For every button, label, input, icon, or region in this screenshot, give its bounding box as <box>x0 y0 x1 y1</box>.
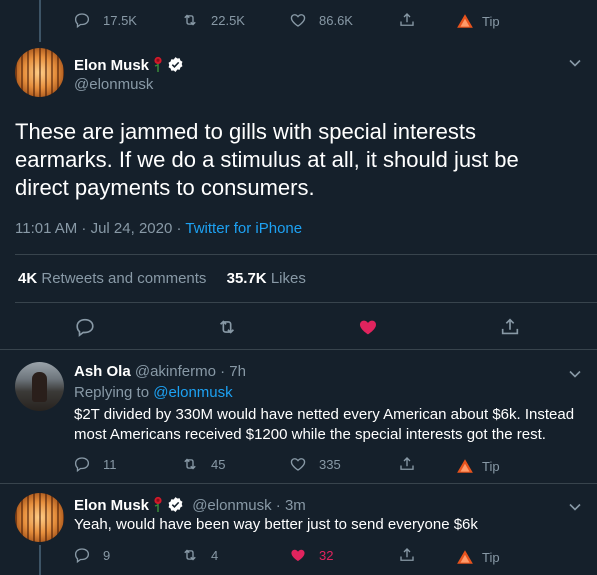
reply-text: Yeah, would have been way better just to… <box>74 516 478 533</box>
chevron-down-icon[interactable] <box>568 500 582 514</box>
retweet-count: 22.5K <box>211 12 245 28</box>
reply-action[interactable]: 9 <box>73 546 110 564</box>
chevron-down-icon[interactable] <box>568 367 582 381</box>
likes-label: Likes <box>270 270 306 287</box>
avatar[interactable] <box>15 493 64 542</box>
replying-prefix: Replying to <box>74 384 150 401</box>
author-line: Elon Musk <box>74 56 184 75</box>
meta-separator: · <box>172 220 186 237</box>
tip-action[interactable]: Tip <box>456 457 500 475</box>
thread-line-bottom <box>39 545 41 575</box>
reply-count: 11 <box>103 456 117 472</box>
likes-count: 35.7K <box>226 270 267 287</box>
reply-text-line-1: $2T divided by 330M would have netted ev… <box>74 406 575 423</box>
likes-stat[interactable]: 35.7K Likes <box>227 270 306 287</box>
divider <box>0 349 597 350</box>
tip-label: Tip <box>482 458 500 474</box>
tip-action[interactable]: Tip <box>456 12 500 30</box>
tweet-meta: 11:01 AM · Jul 24, 2020 · Twitter for iP… <box>15 220 302 237</box>
retweets-stat[interactable]: 4K Retweets and comments <box>18 270 206 287</box>
divider <box>0 483 597 484</box>
comment-icon <box>74 548 90 564</box>
comment-icon[interactable] <box>74 316 96 338</box>
rose-emoji-icon <box>154 56 162 72</box>
divider <box>15 254 597 255</box>
reply-author-line: Ash Ola @akinfermo · 7h <box>74 363 246 380</box>
share-icon <box>400 457 414 470</box>
rose-emoji-icon <box>154 496 162 512</box>
reply-count: 9 <box>103 547 111 563</box>
verified-badge-icon <box>168 57 183 72</box>
tip-action[interactable]: Tip <box>456 548 500 566</box>
handle[interactable]: @elonmusk <box>192 497 271 514</box>
handle[interactable]: @akinfermo <box>135 363 216 380</box>
retweet-icon[interactable] <box>216 316 238 338</box>
tip-icon <box>457 14 473 28</box>
share-icon <box>400 13 414 26</box>
tip-icon <box>457 550 473 564</box>
liked-heart-icon[interactable] <box>357 316 379 338</box>
divider <box>15 302 597 303</box>
reply-time[interactable]: · 3m <box>276 497 306 514</box>
share-icon[interactable] <box>499 316 521 338</box>
share-action[interactable] <box>398 11 416 29</box>
retweet-action[interactable]: 45 <box>181 455 225 473</box>
like-action[interactable]: 32 <box>289 546 333 564</box>
liked-heart-icon <box>291 549 305 561</box>
retweet-icon <box>184 458 196 470</box>
tweet-text: These are jammed to gills with special i… <box>15 119 519 200</box>
handle[interactable]: @elonmusk <box>74 76 153 93</box>
share-action[interactable] <box>398 546 416 564</box>
like-action[interactable]: 86.6K <box>289 11 353 29</box>
avatar[interactable] <box>15 48 64 97</box>
like-count: 86.6K <box>319 12 353 28</box>
thread-line-top <box>39 0 41 42</box>
display-name[interactable]: Elon Musk <box>74 57 149 74</box>
tip-label: Tip <box>482 13 500 29</box>
display-name[interactable]: Ash Ola <box>74 363 131 380</box>
retweet-icon <box>184 14 196 26</box>
heart-icon <box>290 14 306 27</box>
retweets-label: Retweets and comments <box>41 270 207 287</box>
chevron-down-icon[interactable] <box>568 56 582 70</box>
reply-action[interactable]: 11 <box>73 455 117 473</box>
heart-icon <box>290 458 306 471</box>
stats-row: 4K Retweets and comments 35.7K Likes <box>18 270 306 287</box>
display-name[interactable]: Elon Musk <box>74 497 149 514</box>
source-link[interactable]: Twitter for iPhone <box>185 220 302 237</box>
reply-count: 17.5K <box>103 12 137 28</box>
retweets-count: 4K <box>18 270 38 287</box>
mention-link[interactable]: @elonmusk <box>153 384 232 401</box>
reply-action[interactable]: 17.5K <box>73 11 137 29</box>
reply-text-line-2: most Americans received $1200 while the … <box>74 426 546 443</box>
timestamp[interactable]: 11:01 AM · Jul 24, 2020 <box>15 220 172 237</box>
retweet-action[interactable]: 4 <box>181 546 218 564</box>
retweet-icon <box>184 549 196 561</box>
retweet-count: 45 <box>211 456 226 472</box>
avatar[interactable] <box>15 362 64 411</box>
like-action[interactable]: 335 <box>289 455 341 473</box>
retweet-count: 4 <box>211 547 219 563</box>
tip-icon <box>457 459 473 473</box>
retweet-action[interactable]: 22.5K <box>181 11 245 29</box>
verified-badge-icon <box>168 497 183 512</box>
replying-to: Replying to @elonmusk <box>74 384 233 401</box>
like-count: 335 <box>319 456 341 472</box>
share-icon <box>400 548 414 561</box>
reply-time[interactable]: · 7h <box>220 363 246 380</box>
comment-icon <box>74 13 90 29</box>
like-count: 32 <box>319 547 334 563</box>
reply-author-line: Elon Musk @elonmusk · 3m <box>74 496 306 514</box>
share-action[interactable] <box>398 455 416 473</box>
comment-icon <box>74 457 90 473</box>
tip-label: Tip <box>482 549 500 565</box>
